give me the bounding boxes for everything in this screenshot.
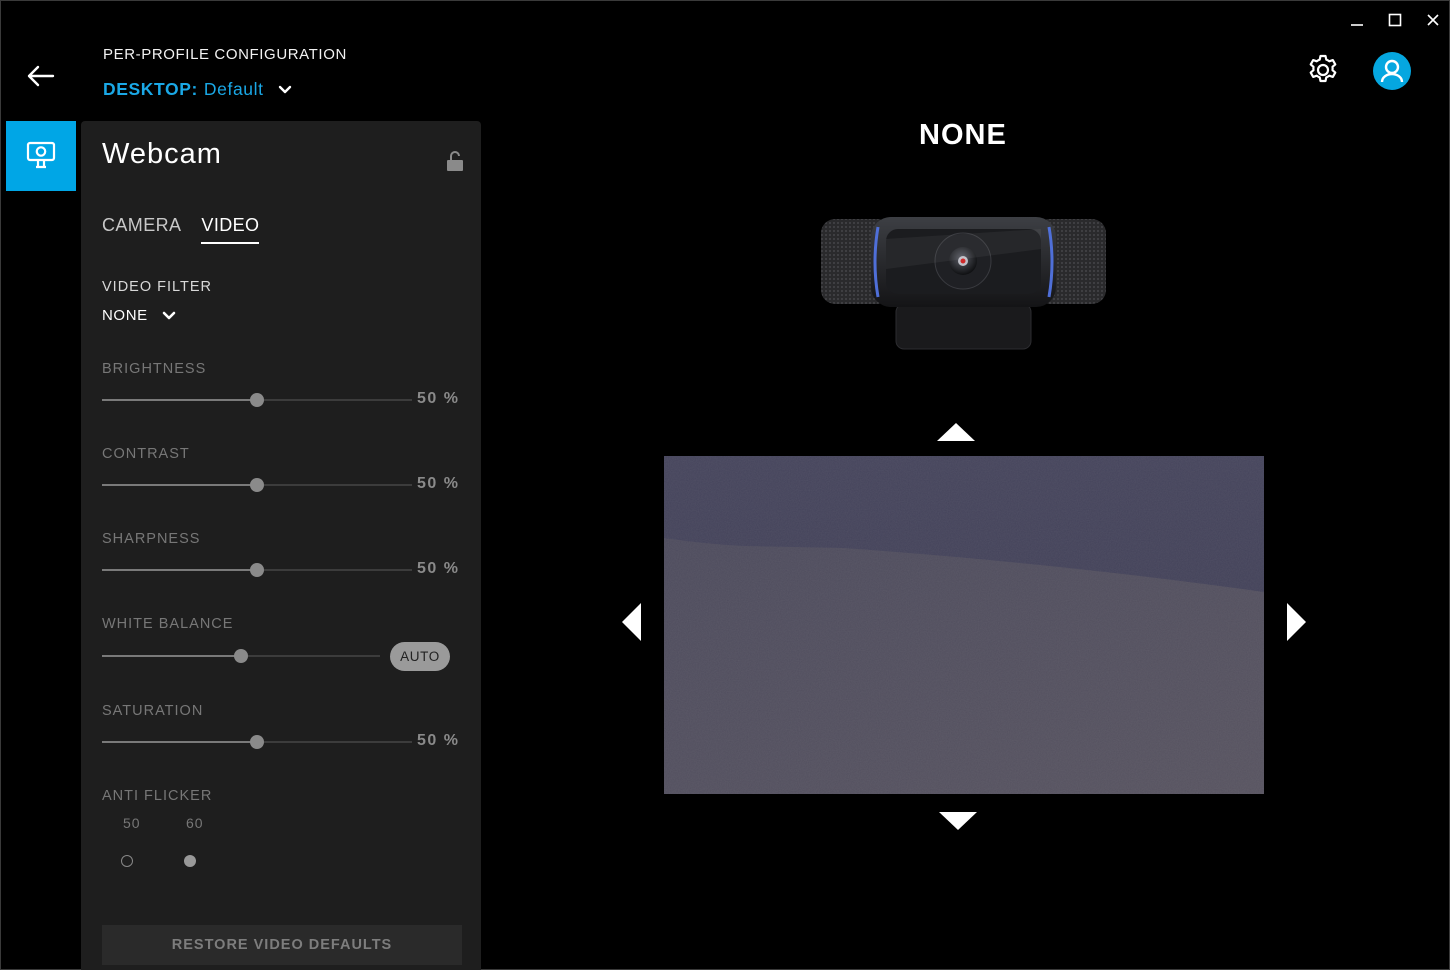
video-filter-label: VIDEO FILTER xyxy=(102,279,213,295)
brightness-slider[interactable] xyxy=(102,392,412,408)
tab-video[interactable]: VIDEO xyxy=(201,215,260,244)
contrast-slider[interactable] xyxy=(102,477,412,493)
white-balance-auto-button[interactable]: AUTO xyxy=(390,642,450,671)
triangle-right-icon[interactable] xyxy=(1286,602,1307,642)
slider-fill xyxy=(102,484,257,486)
video-filter-dropdown[interactable]: NONE xyxy=(102,307,176,324)
video-filter-value: NONE xyxy=(102,307,148,324)
anti-flicker-radio-60[interactable] xyxy=(184,855,196,867)
user-icon[interactable] xyxy=(1373,52,1411,90)
slider-fill xyxy=(102,569,257,571)
contrast-value: 50 % xyxy=(417,475,460,492)
slider-thumb[interactable] xyxy=(250,735,264,749)
anti-flicker-radio-50[interactable] xyxy=(121,855,133,867)
unlock-icon[interactable] xyxy=(446,150,464,172)
brightness-label: BRIGHTNESS xyxy=(102,361,207,377)
panel-title: Webcam xyxy=(102,138,222,170)
settings-panel: Webcam CAMERA VIDEO VIDEO FILTER NONE BR… xyxy=(81,121,481,970)
slider-thumb[interactable] xyxy=(250,563,264,577)
anti-flicker-option-50-label: 50 xyxy=(123,815,141,831)
sidebar-item-webcam[interactable] xyxy=(6,121,76,191)
slider-fill xyxy=(102,655,241,657)
saturation-slider[interactable] xyxy=(102,734,412,750)
chevron-down-icon xyxy=(278,85,291,93)
anti-flicker-option-60-label: 60 xyxy=(186,815,204,831)
close-icon[interactable] xyxy=(1425,9,1441,31)
triangle-down-icon[interactable] xyxy=(938,811,978,831)
window-controls xyxy=(1349,9,1441,31)
sharpness-value: 50 % xyxy=(417,560,460,577)
anti-flicker-label: ANTI FLICKER xyxy=(102,788,213,804)
gear-icon[interactable] xyxy=(1306,53,1340,87)
back-arrow-icon[interactable] xyxy=(25,61,57,91)
saturation-label: SATURATION xyxy=(102,703,204,719)
saturation-value: 50 % xyxy=(417,732,460,749)
tab-bar: CAMERA VIDEO xyxy=(102,215,260,244)
white-balance-label: WHITE BALANCE xyxy=(102,616,234,632)
profile-selector[interactable]: DESKTOP: Default xyxy=(103,79,292,100)
slider-fill xyxy=(102,399,257,401)
tab-camera[interactable]: CAMERA xyxy=(102,215,181,244)
page-title: PER-PROFILE CONFIGURATION xyxy=(103,46,347,63)
triangle-up-icon[interactable] xyxy=(936,422,976,442)
slider-thumb[interactable] xyxy=(250,393,264,407)
minimize-icon[interactable] xyxy=(1349,9,1365,31)
sharpness-label: SHARPNESS xyxy=(102,531,201,547)
slider-thumb[interactable] xyxy=(250,478,264,492)
slider-fill xyxy=(102,741,257,743)
white-balance-slider[interactable] xyxy=(102,648,380,664)
brightness-value: 50 % xyxy=(417,390,460,407)
restore-video-defaults-button[interactable]: RESTORE VIDEO DEFAULTS xyxy=(102,925,462,965)
maximize-icon[interactable] xyxy=(1387,9,1403,31)
sharpness-slider[interactable] xyxy=(102,562,412,578)
contrast-label: CONTRAST xyxy=(102,446,190,462)
webcam-device-image xyxy=(821,217,1106,350)
preview-filter-title: NONE xyxy=(919,119,1007,151)
profile-value: Default xyxy=(203,79,264,99)
webcam-icon xyxy=(26,141,56,169)
video-preview xyxy=(664,456,1264,794)
profile-key: DESKTOP: xyxy=(103,79,198,99)
triangle-left-icon[interactable] xyxy=(621,602,642,642)
slider-thumb[interactable] xyxy=(234,649,248,663)
chevron-down-icon xyxy=(162,311,176,319)
